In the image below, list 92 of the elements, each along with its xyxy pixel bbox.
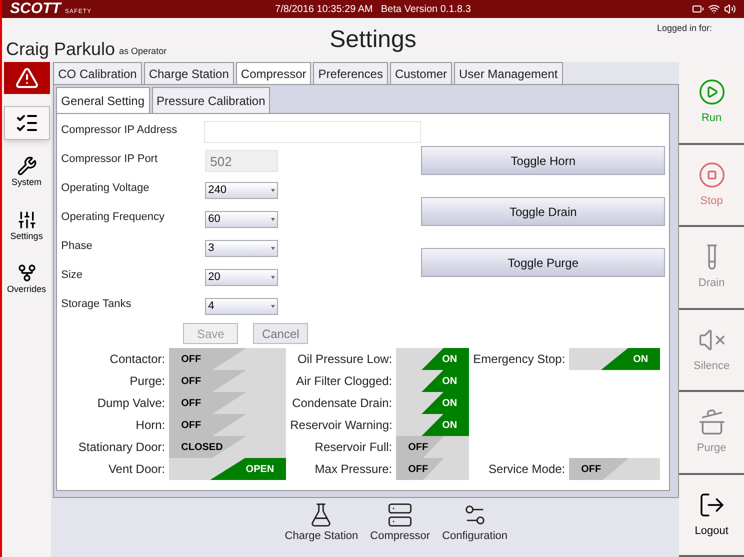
status-value: OFF [181,418,202,432]
status-label: Reservoir Warning: [290,417,394,434]
toggle-button[interactable]: Toggle Drain [421,197,666,226]
status-label: Horn: [134,417,166,434]
status-label: Purge: [128,373,166,390]
bottom-nav-item[interactable]: Compressor [370,502,430,544]
indicator-fill [569,458,630,480]
status-value: OFF [408,440,428,454]
status-value: OPEN [246,462,274,476]
indicator-fill [601,348,660,370]
field-label: Storage Tanks [61,297,132,312]
caret-icon [271,246,276,250]
field-label: Compressor IP Port [61,152,159,167]
status-label: Dump Valve: [96,395,166,412]
fork-icon [16,263,37,283]
status-value: ON [442,396,458,410]
dropdown[interactable]: 3 [205,240,278,256]
dropdown[interactable]: 240 [205,182,278,198]
status-label: Vent Door: [107,461,166,478]
status-value: OFF [181,396,202,410]
subtab[interactable]: General Setting [56,87,150,113]
dropdown[interactable]: 60 [205,210,278,228]
status-value: OFF [181,374,202,388]
field-label: Compressor IP Address [61,123,178,138]
status-label: Oil Pressure Low: [296,351,394,368]
input-field[interactable] [204,121,422,143]
user-role: as Operator [119,44,167,58]
battery-icon [692,3,704,15]
sidebar-item[interactable] [4,62,50,94]
page-title: Settings [330,25,416,55]
sidebar-item[interactable]: Settings [4,206,50,247]
tab[interactable]: CO Calibration [53,62,142,84]
status-value: OFF [408,462,428,476]
logout-icon [698,490,726,518]
sidebar-item[interactable] [4,106,50,140]
field-label: Phase [61,239,94,254]
form-button[interactable]: Cancel [253,323,308,344]
status-value: ON [633,352,648,366]
tab[interactable]: Charge Station [144,62,234,84]
version-label: Beta Version 0.1.8.3 [380,2,471,16]
status-value: ON [442,352,458,366]
dropdown[interactable]: 4 [205,298,278,314]
indicator-fill [396,458,444,480]
status-value: OFF [581,462,602,476]
status-label: Condensate Drain: [291,395,394,412]
indicator-fill [422,370,470,392]
tab[interactable]: Compressor [236,62,312,84]
toggle-button[interactable]: Toggle Purge [421,248,666,277]
status-label: Contactor: [108,351,166,368]
dropdown[interactable]: 20 [205,268,278,286]
caret-icon [271,188,276,192]
indicator-fill [396,436,444,458]
action-button[interactable]: Logout [679,474,744,557]
status-value: ON [442,374,458,388]
tab[interactable]: Preferences [313,62,388,84]
tab[interactable]: User Management [454,62,563,84]
tab[interactable]: Customer [390,62,452,84]
status-label: Max Pressure: [314,461,394,478]
status-value: ON [442,418,458,432]
field-label: Operating Frequency [61,210,166,225]
field-label: Size [61,268,84,283]
play-icon [698,78,726,106]
subtab[interactable]: Pressure Calibration [152,87,270,113]
datetime: 7/8/2016 10:35:29 AM [275,2,373,16]
bottom-nav-item[interactable]: Charge Station [284,502,358,544]
caret-icon [271,276,276,278]
status-value: OFF [181,352,202,366]
toggle-button[interactable]: Toggle Horn [421,146,666,175]
logo: SCOTT [10,1,61,16]
status-label: Air Filter Clogged: [295,373,394,390]
login-info: Logged in for: [656,22,712,35]
caret-icon [271,218,276,220]
indicator-fill [422,414,470,436]
indicator-fill [422,348,470,370]
sidebar-item[interactable]: System [4,152,50,194]
status-label: Emergency Stop: [473,351,566,368]
user-name: Craig Parkulo [6,40,116,58]
sidebar-item[interactable]: Overrides [4,259,50,300]
field-label: Operating Voltage [61,181,150,196]
status-label: Stationary Door: [77,439,166,456]
stop-icon [698,160,726,188]
pot-icon [698,408,726,436]
caret-icon [271,304,276,308]
wrench-icon [16,156,37,176]
volume-icon [724,3,736,15]
status-value: CLOSED [181,440,223,454]
warning-icon [14,66,39,90]
status-label: Reservoir Full: [314,439,394,456]
sliders-icon [16,210,37,230]
indicator-fill [422,392,470,414]
status-label: Service Mode: [487,461,566,478]
bottom-nav-item[interactable]: Configuration [442,502,508,544]
